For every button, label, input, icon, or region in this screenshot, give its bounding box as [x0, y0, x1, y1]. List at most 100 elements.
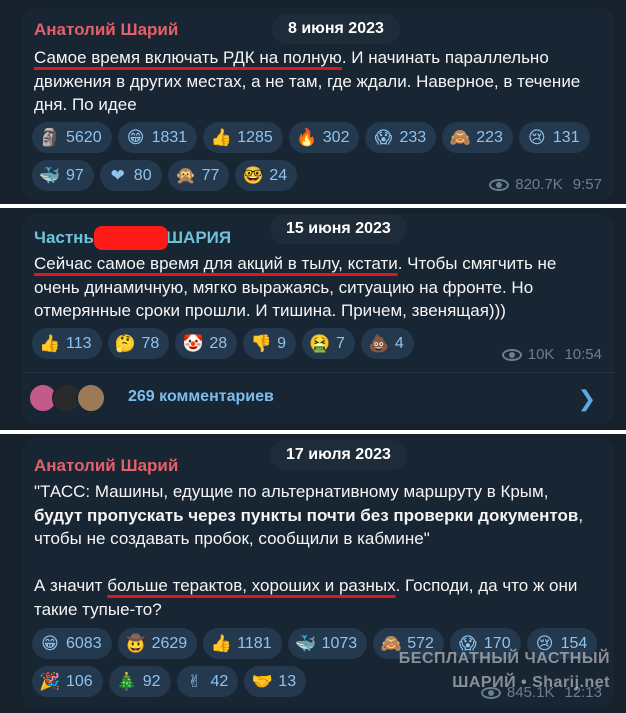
message-time: 10:54: [564, 346, 602, 363]
author-name[interactable]: Анатолий Шарий: [34, 456, 178, 476]
party-popper-icon: 🎉: [39, 671, 61, 692]
thumbs-up-icon: 👍: [39, 333, 61, 354]
reaction-chip[interactable]: 🤓 24: [235, 160, 298, 191]
message-meta: 10K 10:54: [501, 346, 602, 363]
reaction-count: 113: [66, 334, 92, 352]
date-badge: 15 июня 2023: [270, 214, 407, 244]
reaction-chip[interactable]: 😁 6083: [32, 628, 112, 659]
handshake-icon: 🤝: [251, 671, 273, 692]
reaction-count: 7: [336, 334, 345, 352]
see-no-evil-monkey-icon: 🙈: [449, 127, 471, 148]
reaction-count: 24: [269, 166, 288, 184]
reaction-chip[interactable]: 👍 113: [32, 328, 102, 359]
reaction-chip[interactable]: 👍 1285: [203, 122, 283, 153]
message-quote-paragraph: "ТАСС: Машины, едущие по альтернативному…: [34, 480, 598, 551]
reaction-chip[interactable]: 🗿 5620: [32, 122, 112, 153]
reaction-chip[interactable]: 👎 9: [243, 328, 297, 359]
reaction-count: 1181: [237, 634, 272, 652]
post-panel-2: Частны ШАРИЯ 15 июня 2023 Сейчас самое вр…: [0, 208, 626, 430]
reaction-chip[interactable]: 🤝 13: [244, 666, 307, 697]
whale-icon: 🐳: [295, 633, 317, 654]
reaction-chip[interactable]: 🙊 77: [167, 160, 230, 191]
message-meta: 820.7K 9:57: [489, 176, 602, 193]
whale-icon: 🐳: [39, 165, 61, 186]
scream-icon: 😱: [374, 127, 393, 148]
watermark-line-2: ШАРИЙ • Sharij.net: [452, 674, 610, 691]
red-heart-icon: ❤: [110, 165, 125, 186]
message-bubble[interactable]: Анатолий Шарий 8 июня 2023 Самое время в…: [22, 8, 614, 200]
message-text: Сейчас самое время для акций в тылу, кст…: [34, 252, 598, 323]
reaction-chip[interactable]: 👍 1181: [203, 628, 282, 659]
reaction-count: 131: [552, 128, 580, 146]
reaction-count: 106: [66, 672, 93, 690]
reaction-count: 233: [399, 128, 427, 146]
reaction-count: 1285: [237, 128, 273, 146]
reaction-count: 1831: [151, 128, 188, 146]
reaction-chip[interactable]: 🐳 97: [32, 160, 94, 191]
chevron-right-icon[interactable]: ❯: [578, 388, 596, 410]
thumbs-down-icon: 👎: [250, 333, 272, 354]
reaction-chip[interactable]: 🤠 2629: [117, 628, 198, 659]
author-name-left: Частны: [34, 228, 98, 247]
reaction-count: 9: [277, 334, 287, 352]
message-bubble[interactable]: Частны ШАРИЯ 15 июня 2023 Сейчас самое вр…: [22, 214, 614, 424]
reaction-chip[interactable]: 🤡 28: [175, 328, 238, 359]
thinking-face-icon: 🤔: [114, 333, 137, 354]
author-name[interactable]: Анатолий Шарий: [34, 20, 178, 40]
reaction-chip[interactable]: 😢 131: [518, 122, 590, 153]
post-panel-1: Анатолий Шарий 8 июня 2023 Самое время в…: [0, 0, 626, 204]
reaction-chip[interactable]: 😱 233: [365, 122, 437, 153]
comments-link[interactable]: 269 комментариев: [128, 388, 274, 406]
reaction-chip[interactable]: 🎄 92: [108, 666, 171, 697]
reaction-count: 77: [201, 166, 220, 184]
victory-hand-icon: ✌: [187, 671, 202, 692]
reaction-count: 78: [141, 334, 160, 352]
message-comment-paragraph: А значит больше терактов, хороших и разн…: [34, 574, 598, 621]
reaction-chip[interactable]: ✌ 42: [176, 666, 239, 697]
comments-bar[interactable]: 269 комментариев ❯: [22, 372, 614, 424]
reaction-chip[interactable]: 🔥 302: [288, 122, 360, 153]
grin-icon: 😁: [41, 633, 59, 654]
red-redaction-mark: [94, 226, 168, 250]
reaction-chip[interactable]: 🤮 7: [302, 328, 355, 359]
views-eye-icon: [489, 178, 510, 191]
date-badge: 17 июля 2023: [270, 440, 407, 470]
clown-face-icon: 🤡: [182, 333, 204, 354]
thumbs-up-icon: 👍: [210, 633, 232, 654]
reaction-chip[interactable]: 💩 4: [360, 328, 414, 359]
nauseated-face-icon: 🤮: [309, 333, 331, 354]
monkey-icon: 🙊: [175, 165, 197, 186]
reaction-count: 6083: [66, 634, 102, 652]
reaction-chip[interactable]: 😁 1831: [117, 122, 198, 153]
fire-icon: 🔥: [296, 127, 318, 148]
cowboy-face-icon: 🤠: [125, 633, 147, 654]
reaction-chip[interactable]: 🤔 78: [107, 328, 170, 359]
nerd-face-icon: 🤓: [242, 165, 264, 186]
christmas-tree-icon: 🎄: [116, 671, 138, 692]
reaction-count: 4: [394, 334, 404, 352]
reaction-count: 28: [209, 334, 228, 352]
reaction-chip[interactable]: 🎉 106: [32, 666, 103, 697]
comment-text-start: А значит: [34, 576, 108, 595]
post-panel-3: Анатолий Шарий 17 июля 2023 "ТАСС: Машин…: [0, 434, 626, 713]
underlined-phrase: Сейчас самое время для акций в тылу, кст…: [34, 254, 398, 273]
reaction-count: 97: [66, 166, 84, 184]
crying-face-icon: 😢: [528, 127, 546, 148]
views-count: 820.7K: [515, 176, 563, 193]
grin-icon: 😁: [126, 127, 145, 148]
reaction-count: 42: [210, 672, 229, 690]
reaction-count: 92: [142, 672, 161, 690]
views-eye-icon: [501, 348, 522, 361]
reaction-count: 223: [476, 128, 503, 146]
date-badge: 8 июня 2023: [272, 14, 400, 44]
underlined-phrase: больше терактов, хороших и разных: [107, 576, 396, 595]
reaction-count: 80: [133, 166, 152, 184]
reaction-count: 13: [278, 672, 297, 690]
quote-text-start: "ТАСС: Машины, едущие по альтернативному…: [34, 482, 549, 501]
reaction-count: 2629: [151, 634, 188, 652]
reaction-chip[interactable]: ❤ 80: [99, 160, 162, 191]
reaction-chip[interactable]: 🙈 223: [442, 122, 513, 153]
reaction-chip[interactable]: 🐳 1073: [287, 628, 368, 659]
moai-icon: 🗿: [39, 127, 61, 148]
message-time: 9:57: [572, 176, 602, 193]
